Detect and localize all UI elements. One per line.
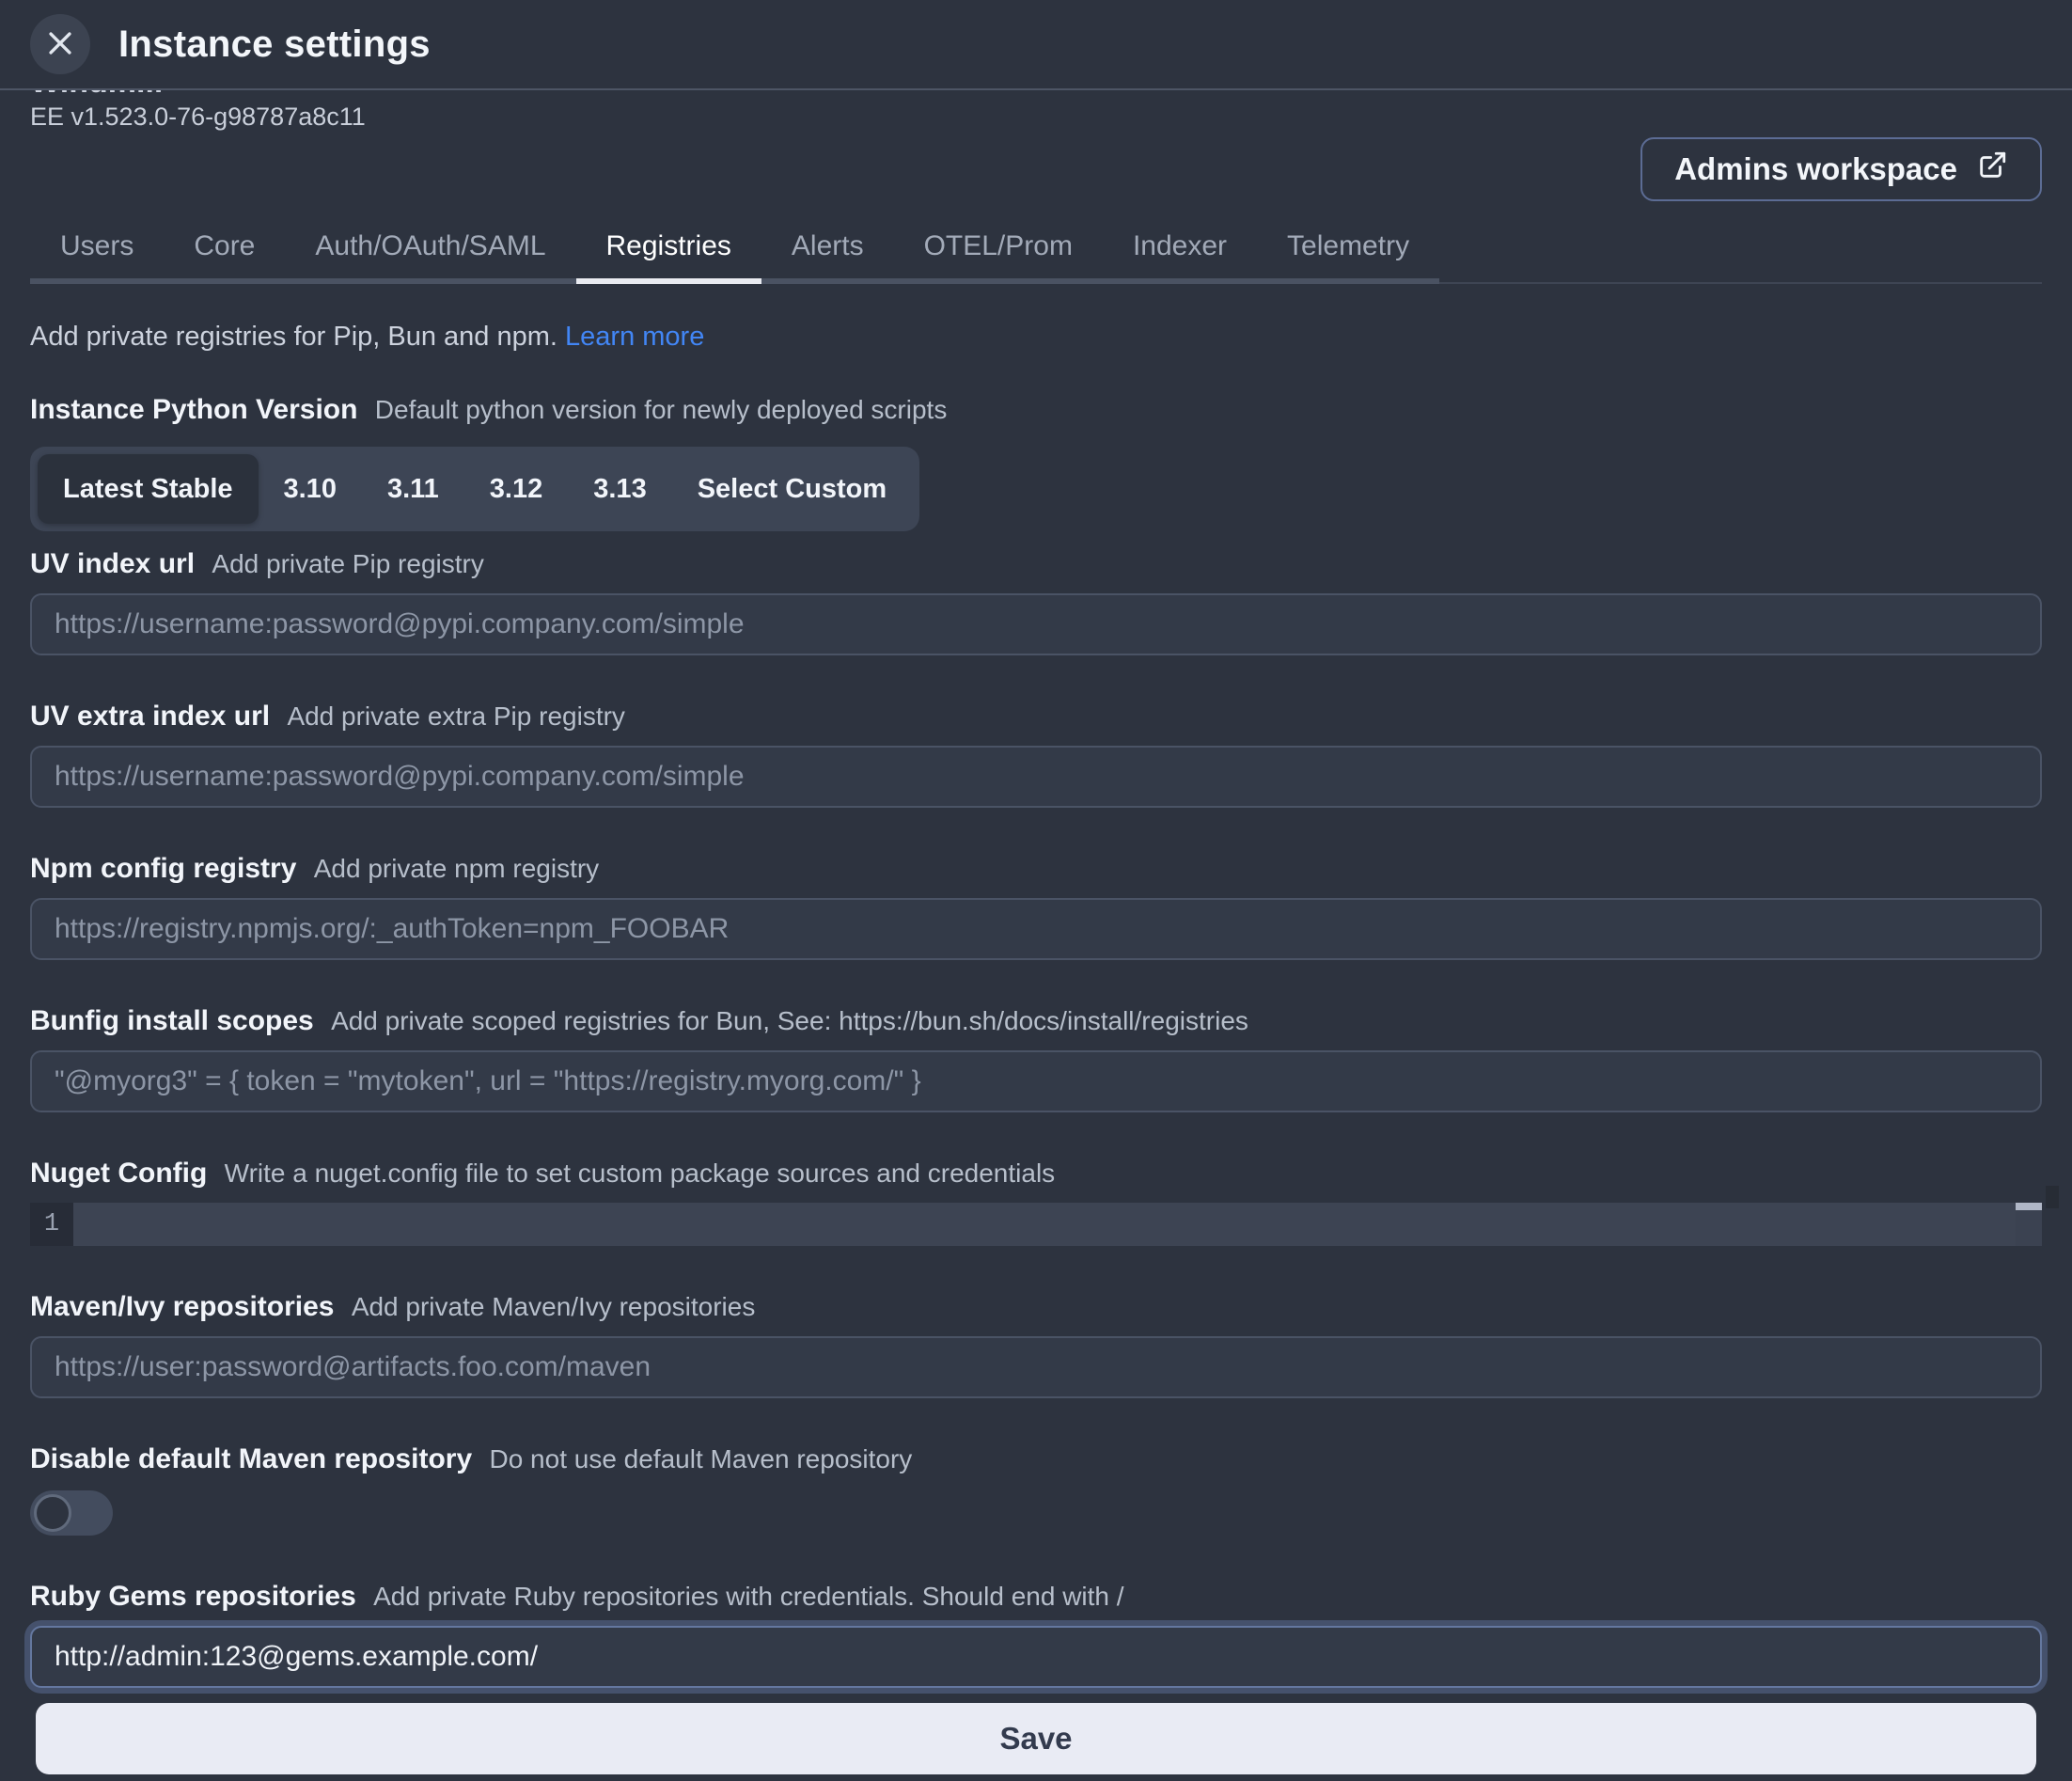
- minimap-slider[interactable]: [2016, 1203, 2042, 1210]
- ruby-gems-section: Ruby Gems repositories Add private Ruby …: [30, 1579, 2042, 1688]
- page-title: Instance settings: [118, 24, 431, 66]
- ruby-gems-input[interactable]: [30, 1626, 2042, 1688]
- tab-core[interactable]: Core: [164, 214, 285, 284]
- admins-workspace-label: Admins workspace: [1674, 151, 1957, 187]
- disable-maven-toggle[interactable]: [30, 1490, 113, 1536]
- npm-config-section: Npm config registry Add private npm regi…: [30, 851, 2042, 960]
- nuget-code-editor[interactable]: 1: [30, 1203, 2042, 1246]
- nuget-label: Nuget Config: [30, 1158, 207, 1189]
- python-version-selector: Latest Stable 3.10 3.11 3.12 3.13 Select…: [30, 447, 919, 531]
- save-row: Save: [36, 1703, 2036, 1774]
- maven-section: Maven/Ivy repositories Add private Maven…: [30, 1289, 2042, 1398]
- tab-telemetry[interactable]: Telemetry: [1257, 214, 1439, 284]
- learn-more-link[interactable]: Learn more: [565, 322, 704, 352]
- disable-maven-description: Do not use default Maven repository: [489, 1444, 912, 1474]
- bunfig-input[interactable]: [30, 1050, 2042, 1112]
- uv-index-section: UV index url Add private Pip registry: [30, 546, 2042, 655]
- uv-index-label: UV index url: [30, 548, 195, 579]
- editor-line-number: 1: [30, 1203, 73, 1246]
- ruby-gems-description: Add private Ruby repositories with crede…: [373, 1582, 1123, 1611]
- tab-bar: Users Core Auth/OAuth/SAML Registries Al…: [30, 214, 2042, 284]
- tab-users[interactable]: Users: [30, 214, 164, 284]
- python-option-3-12[interactable]: 3.12: [464, 454, 568, 524]
- uv-extra-index-label: UV extra index url: [30, 701, 270, 732]
- tab-alerts[interactable]: Alerts: [761, 214, 894, 284]
- python-option-select-custom[interactable]: Select Custom: [672, 454, 912, 524]
- settings-content: Windmill EE v1.523.0-76-g98787a8c11 Admi…: [0, 0, 2072, 1774]
- close-icon: [44, 27, 76, 62]
- python-option-3-11[interactable]: 3.11: [362, 454, 464, 524]
- disable-maven-section: Disable default Maven repository Do not …: [30, 1442, 2042, 1536]
- editor-scroll-decoration: [2046, 1186, 2059, 1208]
- modal-header: Instance settings: [0, 0, 2072, 90]
- nuget-description: Write a nuget.config file to set custom …: [225, 1158, 1056, 1188]
- tab-list: Users Core Auth/OAuth/SAML Registries Al…: [30, 214, 1439, 282]
- tab-auth-oauth-saml[interactable]: Auth/OAuth/SAML: [285, 214, 575, 284]
- version-text: EE v1.523.0-76-g98787a8c11: [30, 102, 2042, 132]
- admins-workspace-button[interactable]: Admins workspace: [1640, 137, 2042, 201]
- npm-config-input[interactable]: [30, 898, 2042, 960]
- npm-config-description: Add private npm registry: [314, 854, 599, 883]
- intro-text: Add private registries for Pip, Bun and …: [30, 322, 557, 352]
- uv-extra-index-input[interactable]: [30, 746, 2042, 808]
- tab-indexer[interactable]: Indexer: [1103, 214, 1257, 284]
- editor-text-area[interactable]: [73, 1203, 2016, 1246]
- maven-label: Maven/Ivy repositories: [30, 1291, 334, 1322]
- python-option-latest-stable[interactable]: Latest Stable: [38, 454, 259, 524]
- maven-input[interactable]: [30, 1336, 2042, 1398]
- uv-index-input[interactable]: [30, 593, 2042, 655]
- python-option-3-13[interactable]: 3.13: [568, 454, 671, 524]
- nuget-section: Nuget Config Write a nuget.config file t…: [30, 1156, 2042, 1246]
- bunfig-description: Add private scoped registries for Bun, S…: [331, 1006, 1248, 1035]
- bunfig-label: Bunfig install scopes: [30, 1005, 314, 1036]
- workspace-button-row: Admins workspace: [30, 137, 2042, 201]
- toggle-knob: [34, 1494, 71, 1532]
- registries-intro: Add private registries for Pip, Bun and …: [30, 322, 2042, 353]
- uv-extra-index-section: UV extra index url Add private extra Pip…: [30, 699, 2042, 808]
- python-version-heading: Instance Python Version Default python v…: [30, 392, 2042, 428]
- ruby-gems-label: Ruby Gems repositories: [30, 1581, 356, 1612]
- instance-settings-modal: Instance settings Windmill EE v1.523.0-7…: [0, 0, 2072, 1781]
- uv-extra-index-description: Add private extra Pip registry: [287, 701, 625, 731]
- save-button[interactable]: Save: [36, 1703, 2036, 1774]
- npm-config-label: Npm config registry: [30, 853, 296, 884]
- disable-maven-label: Disable default Maven repository: [30, 1443, 472, 1474]
- python-version-description: Default python version for newly deploye…: [375, 395, 948, 424]
- editor-minimap[interactable]: [2016, 1203, 2042, 1246]
- python-option-3-10[interactable]: 3.10: [259, 454, 362, 524]
- external-link-icon: [1976, 150, 2008, 189]
- python-version-label: Instance Python Version: [30, 394, 357, 425]
- close-button[interactable]: [30, 14, 90, 74]
- tab-registries[interactable]: Registries: [576, 214, 761, 284]
- tab-otel-prom[interactable]: OTEL/Prom: [894, 214, 1103, 284]
- uv-index-description: Add private Pip registry: [212, 549, 483, 578]
- maven-description: Add private Maven/Ivy repositories: [352, 1292, 756, 1321]
- bunfig-section: Bunfig install scopes Add private scoped…: [30, 1003, 2042, 1112]
